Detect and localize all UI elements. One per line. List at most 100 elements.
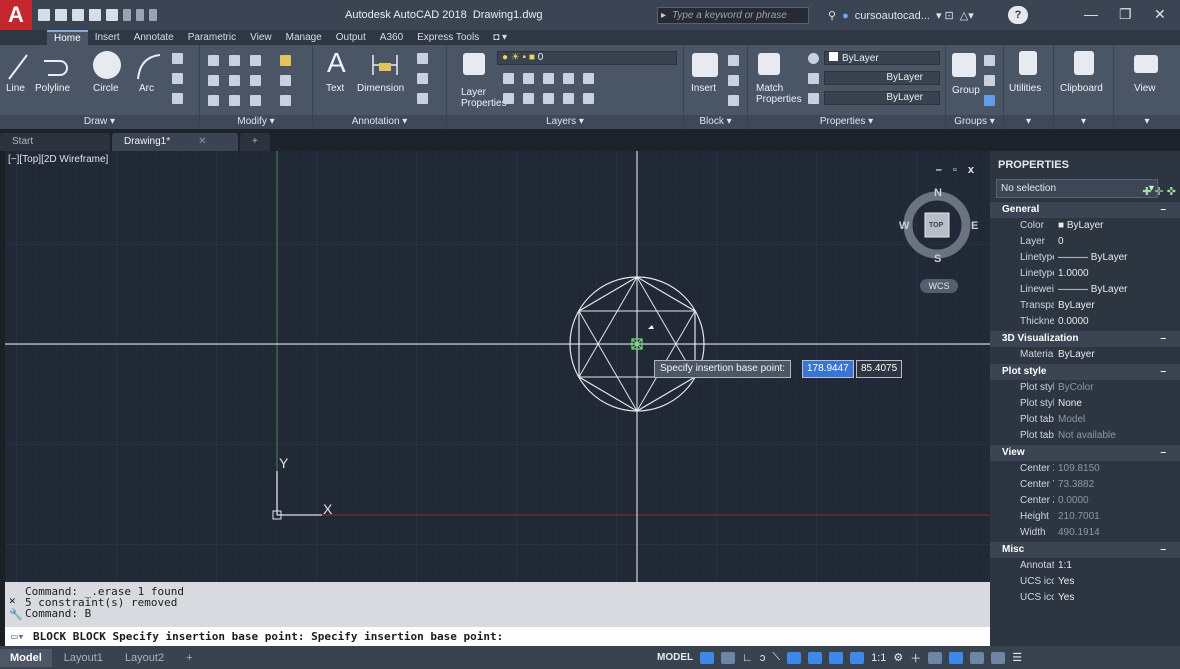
- property-value[interactable]: ——— ByLayer: [1054, 250, 1127, 266]
- property-row[interactable]: Linetype s...1.0000: [990, 266, 1180, 282]
- drawing-viewport[interactable]: [−][Top][2D Wireframe] – ▫ x N S E W TOP…: [5, 151, 990, 582]
- property-row[interactable]: Transparen...ByLayer: [990, 298, 1180, 314]
- line-button[interactable]: Line: [6, 83, 25, 94]
- property-row[interactable]: Material ByLayer: [990, 347, 1180, 363]
- linetype-dropdown[interactable]: ByLayer: [824, 71, 940, 85]
- edit-block-icon[interactable]: [728, 75, 739, 86]
- isodraft-icon[interactable]: ⟍: [772, 651, 780, 664]
- group-icon[interactable]: [952, 53, 976, 77]
- units-icon[interactable]: [928, 651, 943, 664]
- auto-scale-icon[interactable]: [850, 651, 865, 664]
- leader-icon[interactable]: [417, 73, 428, 84]
- isolate-objects-icon[interactable]: [949, 651, 964, 664]
- linear-dimension-icon[interactable]: [417, 53, 428, 64]
- compass-north[interactable]: N: [934, 187, 942, 199]
- search-input[interactable]: Type a keyword or phrase: [657, 7, 809, 24]
- new-icon[interactable]: [38, 9, 50, 21]
- property-row[interactable]: Width 490.1914: [990, 525, 1180, 541]
- property-value[interactable]: Model: [1054, 412, 1085, 428]
- fillet-icon[interactable]: [250, 75, 261, 86]
- property-row[interactable]: Center Z0.0000: [990, 493, 1180, 509]
- move-icon[interactable]: [208, 55, 219, 66]
- close-command-icon[interactable]: ✕: [9, 595, 16, 606]
- model-space-button[interactable]: MODEL: [657, 652, 693, 663]
- customize-chevron-down-icon[interactable]: [149, 9, 157, 21]
- block-panel-title[interactable]: Block ▾: [684, 115, 747, 129]
- boundary-icon[interactable]: [172, 93, 183, 104]
- view-button[interactable]: View: [1134, 83, 1156, 94]
- tab-model[interactable]: Model: [0, 648, 52, 667]
- property-row[interactable]: Plot table t...Not available: [990, 428, 1180, 444]
- color-dropdown[interactable]: ByLayer: [824, 51, 940, 65]
- command-line-input[interactable]: ▭▾ BLOCK BLOCK Specify insertion base po…: [5, 627, 990, 646]
- layers-panel-title[interactable]: Layers ▾: [447, 115, 683, 129]
- redo-icon[interactable]: [136, 9, 144, 21]
- dynamic-input-x[interactable]: 178.9447: [802, 360, 854, 378]
- property-value[interactable]: 0: [1054, 234, 1064, 250]
- property-value[interactable]: ■ ByLayer: [1054, 218, 1104, 234]
- copy-icon[interactable]: [208, 75, 219, 86]
- quick-select-icon[interactable]: ✚ ✛ ✜: [1142, 185, 1176, 198]
- property-row[interactable]: Layer 0: [990, 234, 1180, 250]
- recent-commands-icon[interactable]: ▭▾: [11, 627, 24, 646]
- property-value[interactable]: Not available: [1054, 428, 1116, 444]
- property-value[interactable]: 1:1: [1054, 558, 1072, 574]
- application-menu-button[interactable]: A: [0, 0, 32, 30]
- view-icon[interactable]: [1134, 55, 1158, 73]
- tab-manage[interactable]: Manage: [279, 30, 329, 45]
- clipboard-panel-title[interactable]: ▾: [1054, 115, 1113, 129]
- user-icon[interactable]: ●: [842, 10, 849, 22]
- tab-view[interactable]: View: [243, 30, 279, 45]
- object-snap-tracking-icon[interactable]: [787, 651, 802, 664]
- binoculars-icon[interactable]: ⚲: [828, 9, 836, 22]
- property-value[interactable]: 0.0000: [1054, 314, 1089, 330]
- customize-command-icon[interactable]: 🔧: [9, 609, 23, 620]
- viewcube-top-face[interactable]: TOP: [929, 222, 943, 229]
- array-icon[interactable]: [250, 95, 261, 106]
- help-button[interactable]: ?: [1008, 6, 1028, 24]
- layer-tool-icon[interactable]: [523, 93, 534, 104]
- layer-tool-icon[interactable]: [523, 73, 534, 84]
- polyline-icon[interactable]: [40, 51, 70, 83]
- draw-panel-title[interactable]: Draw ▾: [0, 115, 199, 129]
- layer-tool-icon[interactable]: [503, 93, 514, 104]
- object-snap-icon[interactable]: [808, 651, 823, 664]
- polar-icon[interactable]: ↄ: [760, 652, 766, 664]
- property-value[interactable]: ByColor: [1054, 380, 1094, 396]
- clipboard-icon[interactable]: [1074, 51, 1094, 75]
- selection-dropdown[interactable]: No selection ▾: [996, 179, 1158, 198]
- utilities-button[interactable]: Utilities: [1009, 83, 1041, 94]
- property-row[interactable]: Plot style t...None: [990, 396, 1180, 412]
- user-name[interactable]: cursoautocad...: [855, 10, 930, 22]
- insert-block-icon[interactable]: [692, 53, 718, 77]
- restore-icon[interactable]: ❐: [1119, 6, 1132, 23]
- rectangle-icon[interactable]: [172, 53, 183, 64]
- tab-a360[interactable]: A360: [373, 30, 410, 45]
- layer-properties-button[interactable]: Layer Properties: [461, 87, 507, 109]
- layer-tool-icon[interactable]: [543, 73, 554, 84]
- arc-icon[interactable]: [134, 51, 164, 83]
- undo-icon[interactable]: [123, 9, 131, 21]
- property-row[interactable]: Color ■ ByLayer: [990, 218, 1180, 234]
- tab-start[interactable]: Start: [0, 133, 110, 151]
- clean-screen-icon[interactable]: [991, 651, 1006, 664]
- dimension-button[interactable]: Dimension: [357, 83, 404, 94]
- calculator-icon[interactable]: [1019, 51, 1037, 75]
- property-section-header[interactable]: 3D Visualization: [990, 331, 1180, 347]
- text-button[interactable]: Text: [326, 83, 344, 94]
- groups-panel-title[interactable]: Groups ▾: [946, 115, 1003, 129]
- wcs-menu[interactable]: WCS: [920, 279, 958, 293]
- create-block-icon[interactable]: [728, 55, 739, 66]
- property-value[interactable]: 109.8150: [1054, 461, 1100, 477]
- add-layout-button[interactable]: +: [176, 649, 202, 667]
- stretch-icon[interactable]: [208, 95, 219, 106]
- view-panel-title[interactable]: ▾: [1114, 115, 1180, 129]
- ortho-icon[interactable]: ∟: [742, 652, 753, 664]
- print-icon[interactable]: [106, 9, 118, 21]
- match-properties-button[interactable]: Match Properties: [756, 83, 802, 105]
- erase-icon[interactable]: [280, 55, 291, 66]
- layer-tool-icon[interactable]: [503, 73, 514, 84]
- offset-icon[interactable]: [280, 95, 291, 106]
- table-icon[interactable]: [417, 93, 428, 104]
- trim-icon[interactable]: [250, 55, 261, 66]
